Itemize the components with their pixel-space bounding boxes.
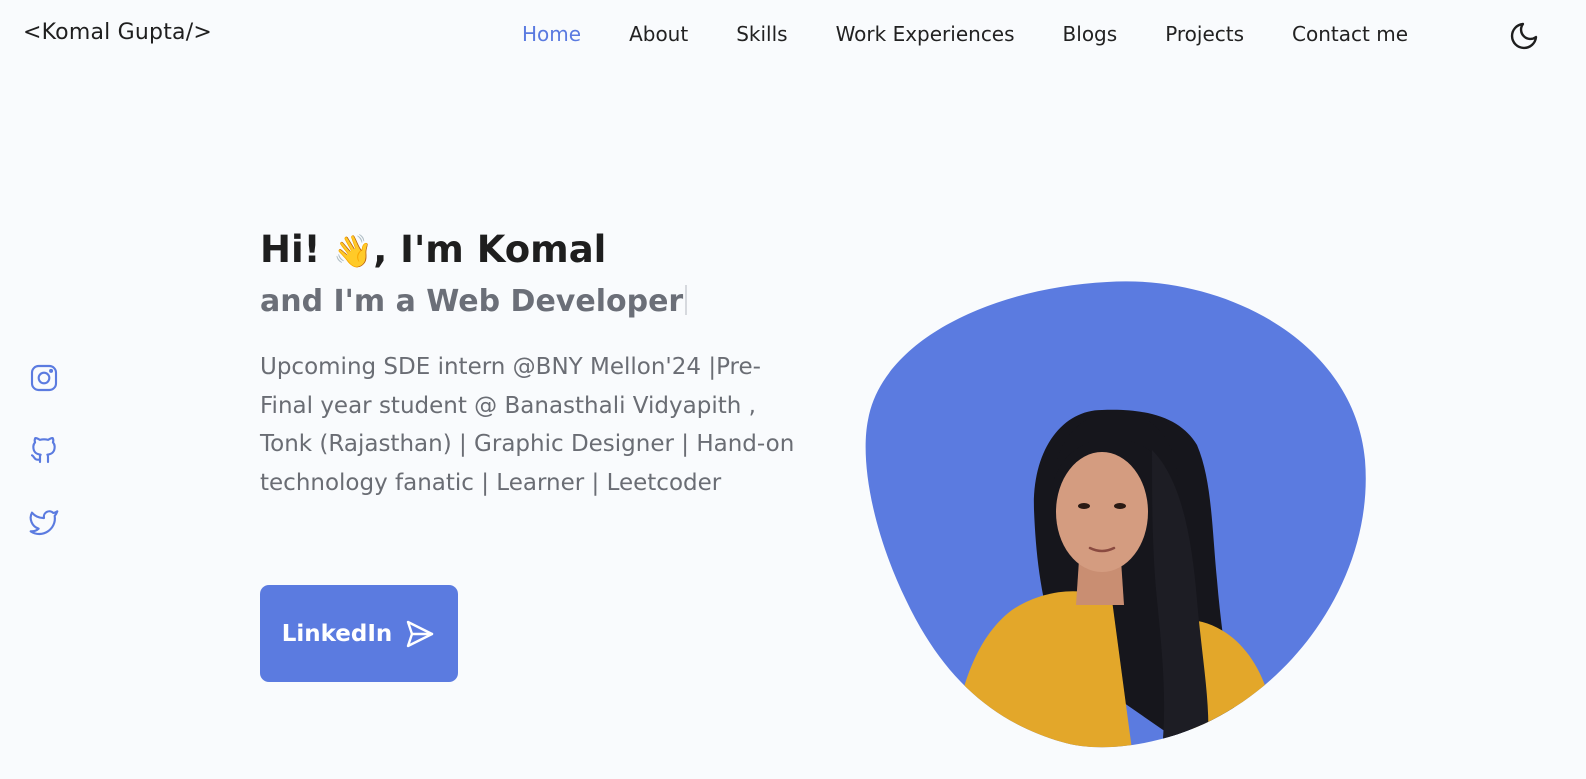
greeting-suffix: , I'm Komal	[373, 228, 607, 271]
hero-greeting: Hi! 👋, I'm Komal	[260, 225, 820, 276]
twitter-icon[interactable]	[28, 506, 60, 538]
send-icon	[407, 620, 434, 647]
instagram-icon[interactable]	[28, 362, 60, 394]
waving-hand-icon: 👋	[333, 232, 374, 270]
moon-icon[interactable]	[1508, 20, 1540, 52]
linkedin-button-label: LinkedIn	[281, 620, 393, 647]
greeting-prefix: Hi!	[260, 228, 334, 271]
linkedin-button[interactable]: LinkedIn	[260, 585, 458, 682]
hero-section: Hi! 👋, I'm Komal and I'm a Web Developer…	[260, 225, 820, 525]
profile-blob	[865, 281, 1366, 748]
nav-home[interactable]: Home	[522, 22, 581, 46]
nav-projects[interactable]: Projects	[1165, 22, 1244, 46]
typed-role-text: and I'm a Web Developer	[260, 284, 684, 319]
site-logo[interactable]: <Komal Gupta/>	[23, 20, 212, 45]
nav-skills[interactable]: Skills	[736, 22, 787, 46]
profile-photo	[862, 280, 1368, 750]
github-icon[interactable]	[28, 434, 60, 466]
hero-bio: Upcoming SDE intern @BNY Mellon'24 |Pre-…	[260, 354, 795, 496]
social-links	[28, 362, 60, 578]
nav-blogs[interactable]: Blogs	[1063, 22, 1118, 46]
typing-cursor	[685, 285, 688, 315]
main-nav: Home About Skills Work Experiences Blogs…	[522, 22, 1456, 46]
nav-contact-me[interactable]: Contact me	[1292, 22, 1408, 46]
hero-subtitle: and I'm a Web Developer	[260, 280, 820, 324]
nav-work-experiences[interactable]: Work Experiences	[836, 22, 1015, 46]
site-header: <Komal Gupta/> Home About Skills Work Ex…	[0, 0, 1586, 72]
nav-about[interactable]: About	[629, 22, 688, 46]
